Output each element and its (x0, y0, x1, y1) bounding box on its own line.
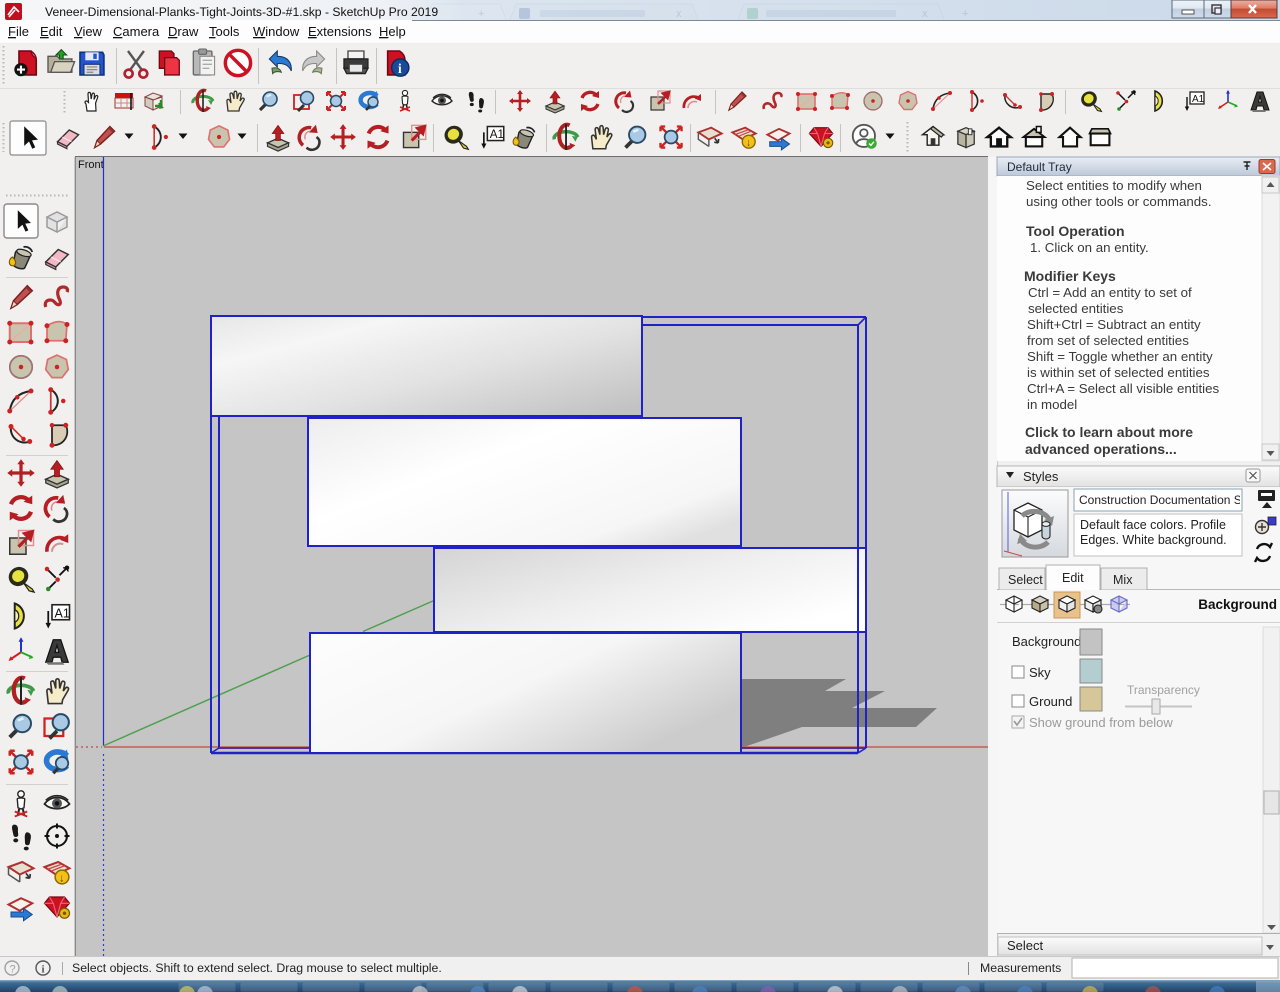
svg-text:in model: in model (1027, 397, 1077, 412)
svg-text:Edges. White background.: Edges. White background. (1080, 533, 1227, 547)
svg-text:Sky: Sky (1029, 665, 1051, 680)
svg-text:from set of selected entities: from set of selected entities (1027, 333, 1189, 348)
svg-text:File: File (8, 24, 29, 39)
svg-text:Transparency: Transparency (1127, 683, 1200, 697)
svg-text:Camera: Camera (113, 24, 160, 39)
svg-text:Construction Documentation Sty: Construction Documentation Styl (1079, 493, 1254, 507)
svg-text:Select: Select (1007, 938, 1044, 953)
svg-text:Shift = Toggle whether an enti: Shift = Toggle whether an entity (1027, 349, 1213, 364)
svg-text:selected entities: selected entities (1028, 301, 1124, 316)
svg-text:Default Tray: Default Tray (1007, 160, 1072, 174)
svg-text:x: x (676, 8, 682, 20)
svg-text:using other tools or commands.: using other tools or commands. (1026, 194, 1212, 209)
svg-text:Styles: Styles (1023, 469, 1059, 484)
svg-text:Ctrl = Add an entity to set of: Ctrl = Add an entity to set of (1028, 285, 1192, 300)
svg-text:Window: Window (253, 24, 300, 39)
svg-text:Ground: Ground (1029, 694, 1072, 709)
svg-text:Help: Help (379, 24, 406, 39)
svg-text:i: i (42, 964, 45, 976)
svg-text:Select: Select (1008, 573, 1043, 587)
svg-text:Draw: Draw (168, 24, 199, 39)
svg-text:1. Click on an entity.: 1. Click on an entity. (1030, 240, 1149, 255)
svg-text:Background: Background (1012, 634, 1081, 649)
svg-text:Mix: Mix (1113, 573, 1133, 587)
svg-text:Modifier Keys: Modifier Keys (1024, 268, 1116, 284)
svg-text:Edit: Edit (1062, 571, 1084, 585)
svg-text:View: View (74, 24, 103, 39)
svg-text:Measurements: Measurements (980, 961, 1061, 975)
svg-text:Background: Background (1198, 597, 1277, 612)
svg-text:Select objects. Shift to exten: Select objects. Shift to extend select. … (72, 961, 442, 975)
svg-text:Extensions: Extensions (308, 24, 372, 39)
svg-text:Edit: Edit (40, 24, 63, 39)
svg-text:Shift+Ctrl = Subtract an entit: Shift+Ctrl = Subtract an entity (1027, 317, 1201, 332)
svg-text:Veneer-Dimensional-Planks-Tigh: Veneer-Dimensional-Planks-Tight-Joints-3… (45, 5, 438, 19)
svg-text:Front: Front (78, 159, 104, 171)
svg-text:Click to learn about more: Click to learn about more (1025, 424, 1193, 440)
svg-text:?: ? (10, 964, 16, 976)
svg-text:Show ground from below: Show ground from below (1029, 715, 1173, 730)
svg-text:Tools: Tools (209, 24, 240, 39)
svg-text:+: + (478, 8, 484, 20)
svg-text:Select entities to modify when: Select entities to modify when (1026, 178, 1202, 193)
svg-text:Tool Operation: Tool Operation (1026, 223, 1125, 239)
svg-text:Ctrl+A = Select all visible en: Ctrl+A = Select all visible entities (1027, 381, 1220, 396)
svg-text:x: x (922, 8, 928, 20)
svg-text:+: + (962, 8, 968, 20)
svg-text:is within set of selected enti: is within set of selected entities (1027, 365, 1210, 380)
svg-text:advanced operations...: advanced operations... (1025, 441, 1177, 457)
svg-text:Default face colors. Profile: Default face colors. Profile (1080, 518, 1226, 532)
